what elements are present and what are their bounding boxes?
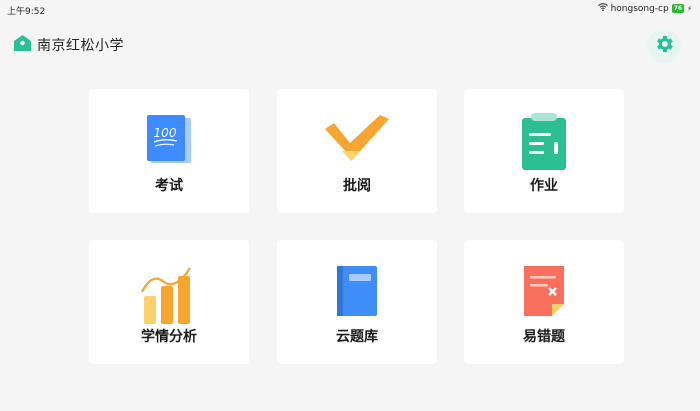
tile-question-bank[interactable]: 云题库	[277, 240, 437, 364]
battery-icon: 76	[671, 4, 685, 13]
school-logo-icon	[13, 34, 32, 56]
book-icon	[335, 264, 379, 322]
exam-score-text: 100	[154, 126, 177, 140]
tile-label: 作业	[530, 178, 558, 194]
settings-button[interactable]	[647, 29, 681, 63]
wifi-icon	[597, 3, 608, 14]
tile-label: 学情分析	[141, 329, 197, 345]
tile-review[interactable]: 批阅	[277, 89, 437, 213]
status-time: 上午9:52	[7, 7, 46, 17]
tile-homework[interactable]: 作业	[464, 89, 624, 213]
charging-icon: ⚡	[687, 4, 692, 13]
status-indicators: hongsong-cp 76 ⚡	[597, 3, 692, 14]
app-header: 南京红松小学	[13, 35, 124, 55]
network-name: hongsong-cp	[610, 3, 669, 14]
tile-label: 批阅	[343, 178, 371, 194]
exam-paper-icon: 100	[145, 113, 193, 169]
checkmark-icon	[322, 113, 392, 169]
tile-label: 考试	[155, 178, 183, 194]
tile-label: 云题库	[336, 329, 378, 345]
tile-mistakes[interactable]: 易错题	[464, 240, 624, 364]
home-screen: 上午9:52 hongsong-cp 76 ⚡ 南京红松小学 100 考试 批阅…	[0, 0, 700, 411]
tile-exam[interactable]: 100 考试	[89, 89, 249, 213]
gear-icon	[653, 33, 675, 59]
bar-chart-icon	[140, 264, 198, 330]
tile-analysis[interactable]: 学情分析	[89, 240, 249, 364]
status-bar: 上午9:52 hongsong-cp 76 ⚡	[0, 0, 700, 18]
school-name: 南京红松小学	[37, 38, 124, 54]
clipboard-icon	[520, 113, 568, 175]
tile-label: 易错题	[523, 329, 565, 345]
error-note-icon	[521, 264, 567, 322]
